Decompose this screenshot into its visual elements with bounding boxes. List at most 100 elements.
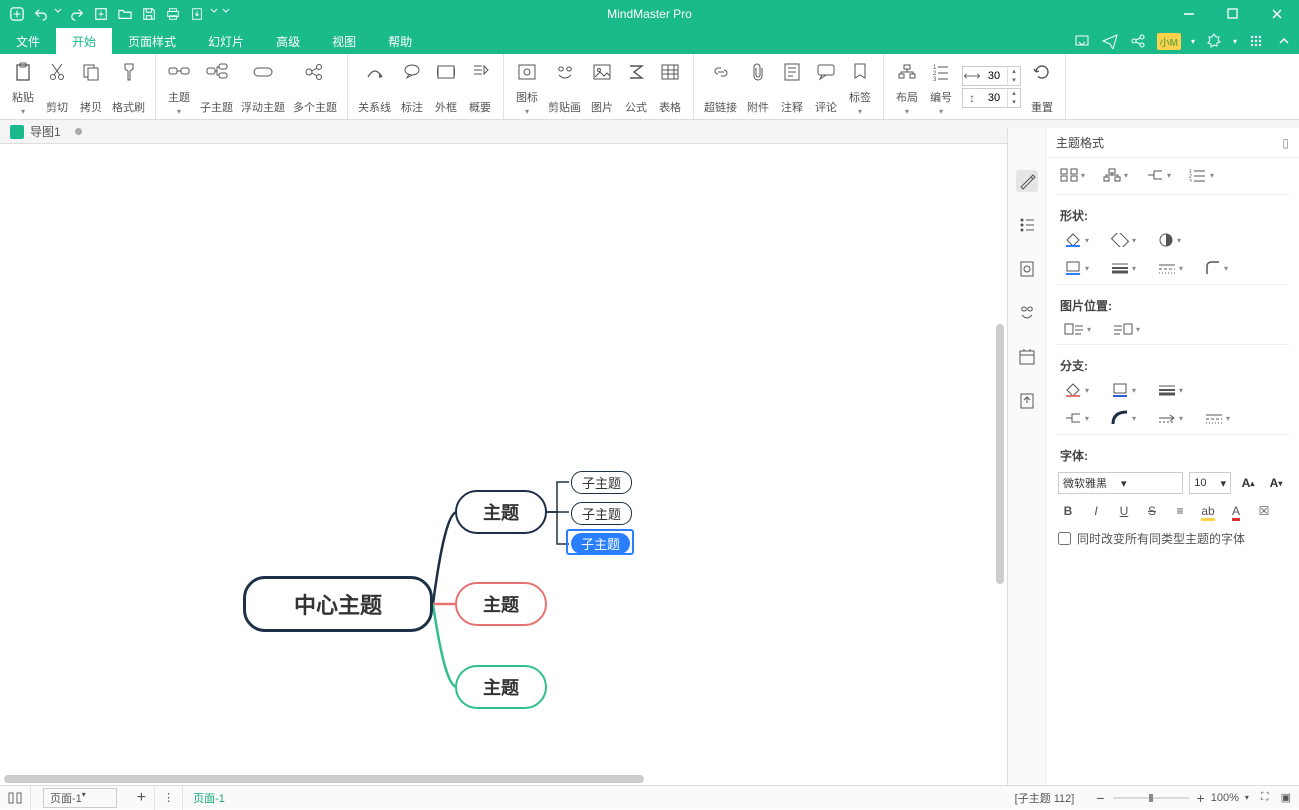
user-badge[interactable]: 小M [1157, 33, 1181, 50]
tab-page-style[interactable]: 页面样式 [112, 28, 192, 54]
numbering-style-button[interactable]: 123▾ [1189, 168, 1214, 182]
hyperlink-button[interactable]: 超链接 [700, 58, 741, 115]
qat-customize-icon[interactable] [222, 3, 232, 25]
side-tab-page-icon[interactable] [1016, 258, 1038, 280]
formula-button[interactable]: 公式 [619, 58, 653, 115]
border-dash-button[interactable]: ▾ [1158, 262, 1183, 274]
zoom-in-button[interactable]: + [1197, 790, 1205, 806]
fill-color-button[interactable]: ▾ [1064, 232, 1089, 248]
page-menu-button[interactable]: ⋮ [155, 786, 183, 810]
img-pos-right-button[interactable]: ▾ [1113, 322, 1140, 336]
canvas-area[interactable]: 中心主题 主题 主题 主题 子主题 子主题 子主题 [0, 144, 1007, 785]
paste-button[interactable]: 粘贴▾ [6, 58, 40, 115]
multi-topic-button[interactable]: 多个主题 [289, 58, 341, 115]
undo-dropdown-icon[interactable] [54, 3, 64, 25]
page-selector[interactable]: 页面-1 ▾ [43, 788, 117, 808]
vertical-scrollbar[interactable] [994, 144, 1006, 773]
subtopic-button[interactable]: 子主题 [196, 58, 237, 115]
undo-icon[interactable] [30, 3, 52, 25]
save-icon[interactable] [138, 3, 160, 25]
floating-topic-button[interactable]: 浮动主题 [237, 58, 289, 115]
side-tab-icons-icon[interactable] [1016, 302, 1038, 324]
topic-height-input[interactable] [981, 92, 1007, 104]
img-pos-left-button[interactable]: ▾ [1064, 322, 1091, 336]
side-tab-task-icon[interactable] [1016, 346, 1038, 368]
copy-button[interactable]: 拷贝 [74, 58, 108, 115]
send-icon[interactable] [1101, 32, 1119, 50]
corner-button[interactable]: ▾ [1205, 260, 1228, 276]
summary-button[interactable]: 概要 [463, 58, 497, 115]
side-tab-outline-icon[interactable] [1016, 214, 1038, 236]
side-tab-export-icon[interactable] [1016, 390, 1038, 412]
page-layout-toggle[interactable] [0, 786, 31, 810]
print-icon[interactable] [162, 3, 184, 25]
zoom-out-button[interactable]: − [1096, 790, 1104, 806]
branch-curve-button[interactable]: ▾ [1111, 410, 1136, 426]
reset-button[interactable]: 重置 [1025, 58, 1059, 115]
border-color-button[interactable]: ▾ [1064, 260, 1089, 276]
clipart-button[interactable]: 剪贴画 [544, 58, 585, 115]
numbering-button[interactable]: 123编号▾ [924, 58, 958, 115]
width-down-icon[interactable]: ▾ [1008, 76, 1020, 85]
tab-file[interactable]: 文件 [0, 28, 56, 54]
branch-connector-button[interactable]: ▾ [1064, 411, 1089, 425]
feedback-icon[interactable] [1073, 32, 1091, 50]
topic-height-spinner[interactable]: ↕▴▾ [962, 88, 1021, 108]
italic-button[interactable]: I [1086, 504, 1106, 518]
theme-icon[interactable] [1205, 32, 1223, 50]
underline-button[interactable]: U [1114, 504, 1134, 518]
highlight-button[interactable]: ab [1198, 504, 1218, 518]
topic-width-spinner[interactable]: ⟷▴▾ [962, 66, 1021, 86]
apps-icon[interactable] [1247, 32, 1265, 50]
font-increase-button[interactable]: A▴ [1237, 472, 1259, 494]
fit-page-button[interactable]: ⛶ [1261, 791, 1269, 804]
user-dropdown-icon[interactable]: ▾ [1191, 37, 1195, 46]
align-button[interactable]: ≡ [1170, 504, 1190, 518]
border-weight-button[interactable]: ▾ [1111, 262, 1136, 274]
horizontal-scrollbar[interactable] [0, 773, 1007, 785]
table-button[interactable]: 表格 [653, 58, 687, 115]
zoom-slider[interactable] [1111, 791, 1191, 805]
layout-style-1-button[interactable]: ▾ [1060, 168, 1085, 182]
topic-node-2[interactable]: 主题 [455, 582, 547, 626]
clear-format-button[interactable]: ☒ [1254, 504, 1274, 518]
subtopic-node-3-selected[interactable]: 子主题 [571, 533, 630, 554]
layout-style-3-button[interactable]: ▾ [1146, 168, 1171, 182]
topic-node-3[interactable]: 主题 [455, 665, 547, 709]
fullscreen-button[interactable]: ▣ [1281, 791, 1291, 804]
branch-fill-button[interactable]: ▾ [1064, 382, 1089, 398]
relation-button[interactable]: 关系线 [354, 58, 395, 115]
boundary-button[interactable]: 外框 [429, 58, 463, 115]
attachment-button[interactable]: 附件 [741, 58, 775, 115]
tab-slide[interactable]: 幻灯片 [192, 28, 260, 54]
document-tab[interactable]: 导图1 [6, 120, 102, 144]
width-up-icon[interactable]: ▴ [1008, 67, 1020, 76]
branch-dash-button[interactable]: ▾ [1205, 412, 1230, 424]
comment-button[interactable]: 评论 [809, 58, 843, 115]
page-tab[interactable]: 页面-1 [183, 790, 235, 806]
export-icon[interactable] [186, 3, 208, 25]
font-decrease-button[interactable]: A▾ [1265, 472, 1287, 494]
note-button[interactable]: 注释 [775, 58, 809, 115]
format-painter-button[interactable]: 格式刷 [108, 58, 149, 115]
apply-all-checkbox[interactable] [1058, 532, 1071, 545]
font-color-button[interactable]: A [1226, 504, 1246, 518]
topic-button[interactable]: 主题▾ [162, 58, 196, 115]
height-up-icon[interactable]: ▴ [1008, 89, 1020, 98]
side-tab-style-icon[interactable] [1016, 170, 1038, 192]
icon-button[interactable]: 图标▾ [510, 58, 544, 115]
minimize-button[interactable] [1167, 0, 1211, 28]
font-size-select[interactable]: 10▾ [1189, 472, 1231, 494]
layout-style-2-button[interactable]: ▾ [1103, 168, 1128, 182]
app-logo-icon[interactable] [6, 3, 28, 25]
topic-width-input[interactable] [981, 70, 1007, 82]
cut-button[interactable]: 剪切 [40, 58, 74, 115]
callout-button[interactable]: 标注 [395, 58, 429, 115]
font-family-select[interactable]: 微软雅黑▾ [1058, 472, 1183, 494]
branch-arrow-button[interactable]: ▾ [1158, 412, 1183, 424]
picture-button[interactable]: 图片 [585, 58, 619, 115]
tab-start[interactable]: 开始 [56, 28, 112, 54]
topic-node-1[interactable]: 主题 [455, 490, 547, 534]
height-down-icon[interactable]: ▾ [1008, 98, 1020, 107]
theme-dropdown-icon[interactable]: ▾ [1233, 37, 1237, 46]
